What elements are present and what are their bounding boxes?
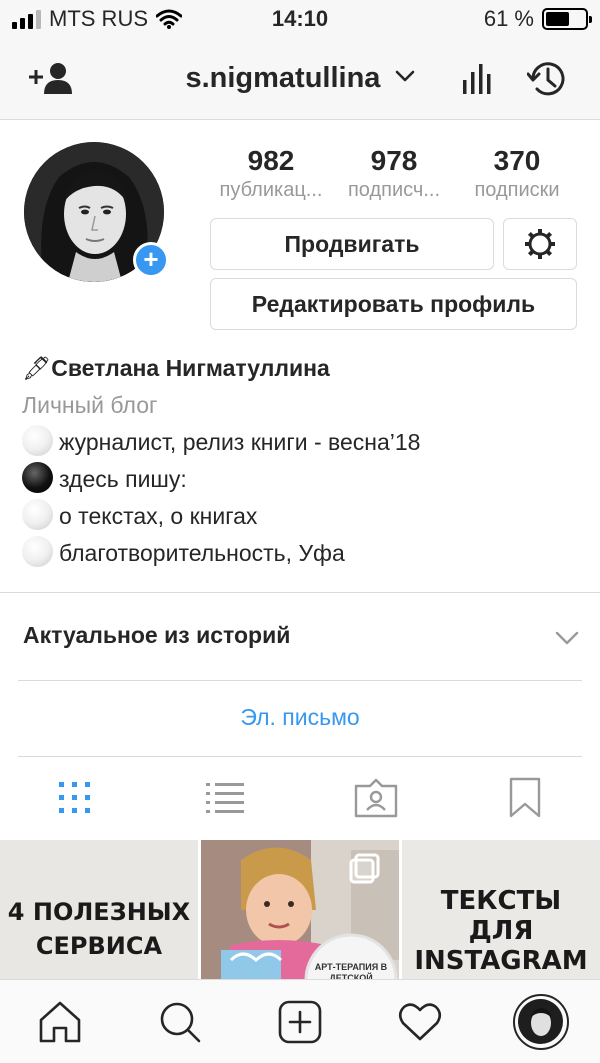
list-icon[interactable] [205, 780, 245, 816]
email-button[interactable]: Эл. письмо [0, 704, 600, 731]
post-photo [201, 840, 399, 980]
profile-tab-avatar[interactable] [513, 994, 569, 1050]
username: s.nigmatullina [185, 62, 381, 94]
search-icon[interactable] [158, 1000, 202, 1044]
stat-followers[interactable]: 978 подписч... [331, 145, 457, 202]
bio-name-line: 🖋Светлана Нигматуллина [22, 350, 582, 387]
stat-posts[interactable]: 982 публикац... [208, 145, 334, 202]
add-story-badge[interactable]: + [133, 242, 169, 278]
post-tile[interactable]: ТЕКСТЫ ДЛЯ INSTAGRAM [402, 840, 600, 980]
profile-header: s.nigmatullina [0, 40, 600, 120]
edit-profile-button[interactable]: Редактировать профиль [210, 278, 577, 330]
bio-line: журналист, релиз книги - весна’18 [22, 424, 582, 461]
bio-line: о текстах, о книгах [22, 498, 582, 535]
tagged-icon[interactable] [354, 778, 398, 818]
stat-followers-label: подписч... [347, 179, 441, 201]
username-switcher[interactable]: s.nigmatullina [0, 62, 600, 95]
bottom-tab-bar [0, 979, 600, 1063]
status-bar: MTS RUS 14:10 61 % [0, 0, 600, 40]
settings-button[interactable] [503, 218, 577, 270]
grid-icon[interactable] [57, 780, 93, 816]
profile-avatar-thumb [518, 999, 563, 1044]
post-caption: АРТ-ТЕРАПИЯ В ДЕТСКОЙ [314, 962, 388, 980]
insights-icon[interactable] [462, 62, 494, 96]
post-tile[interactable]: 4 ПОЛЕЗНЫХ СЕРВИСА [0, 840, 198, 980]
battery-icon [542, 8, 592, 30]
chevron-down-icon[interactable] [555, 630, 579, 646]
white-circle-icon [22, 499, 53, 530]
activity-icon[interactable] [398, 1002, 442, 1042]
white-circle-icon [22, 425, 53, 456]
chevron-down-icon [395, 71, 414, 82]
stat-posts-label: публикац... [219, 179, 323, 201]
post-text: ТЕКСТЫ ДЛЯ INSTAGRAM [414, 886, 588, 976]
saved-icon[interactable] [508, 777, 542, 819]
stat-following[interactable]: 370 подписки [454, 145, 580, 202]
divider [18, 680, 582, 681]
archive-icon[interactable] [527, 58, 569, 100]
post-grid: 4 ПОЛЕЗНЫХ СЕРВИСА АРТ-ТЕРАПИЯ В ДЕТСКОЙ… [0, 840, 600, 980]
bio: 🖋Светлана Нигматуллина Личный блог журна… [22, 350, 582, 572]
white-circle-icon [22, 536, 53, 567]
home-icon[interactable] [38, 1000, 82, 1044]
pen-emoji: 🖋 [22, 355, 52, 381]
promote-button[interactable]: Продвигать [210, 218, 494, 270]
stat-following-value: 370 [493, 145, 541, 176]
bio-line: благотворительность, Уфа [22, 535, 582, 572]
bio-category: Личный блог [22, 392, 158, 418]
bio-line: здесь пишу: [22, 461, 582, 498]
divider [18, 756, 582, 757]
gear-icon [525, 229, 555, 259]
highlights-title[interactable]: Актуальное из историй [23, 622, 290, 649]
black-circle-icon [22, 462, 53, 493]
battery-percent: 61 % [483, 6, 534, 31]
new-post-icon[interactable] [278, 1000, 322, 1044]
post-tile[interactable]: АРТ-ТЕРАПИЯ В ДЕТСКОЙ [201, 840, 399, 980]
stat-following-label: подписки [474, 179, 560, 201]
status-right: 61 % [483, 6, 592, 32]
post-text: 4 ПОЛЕЗНЫХ СЕРВИСА [7, 898, 191, 960]
full-name: Светлана Нигматуллина [51, 355, 330, 381]
stat-posts-value: 982 [247, 145, 295, 176]
divider [0, 592, 600, 593]
stat-followers-value: 978 [370, 145, 418, 176]
